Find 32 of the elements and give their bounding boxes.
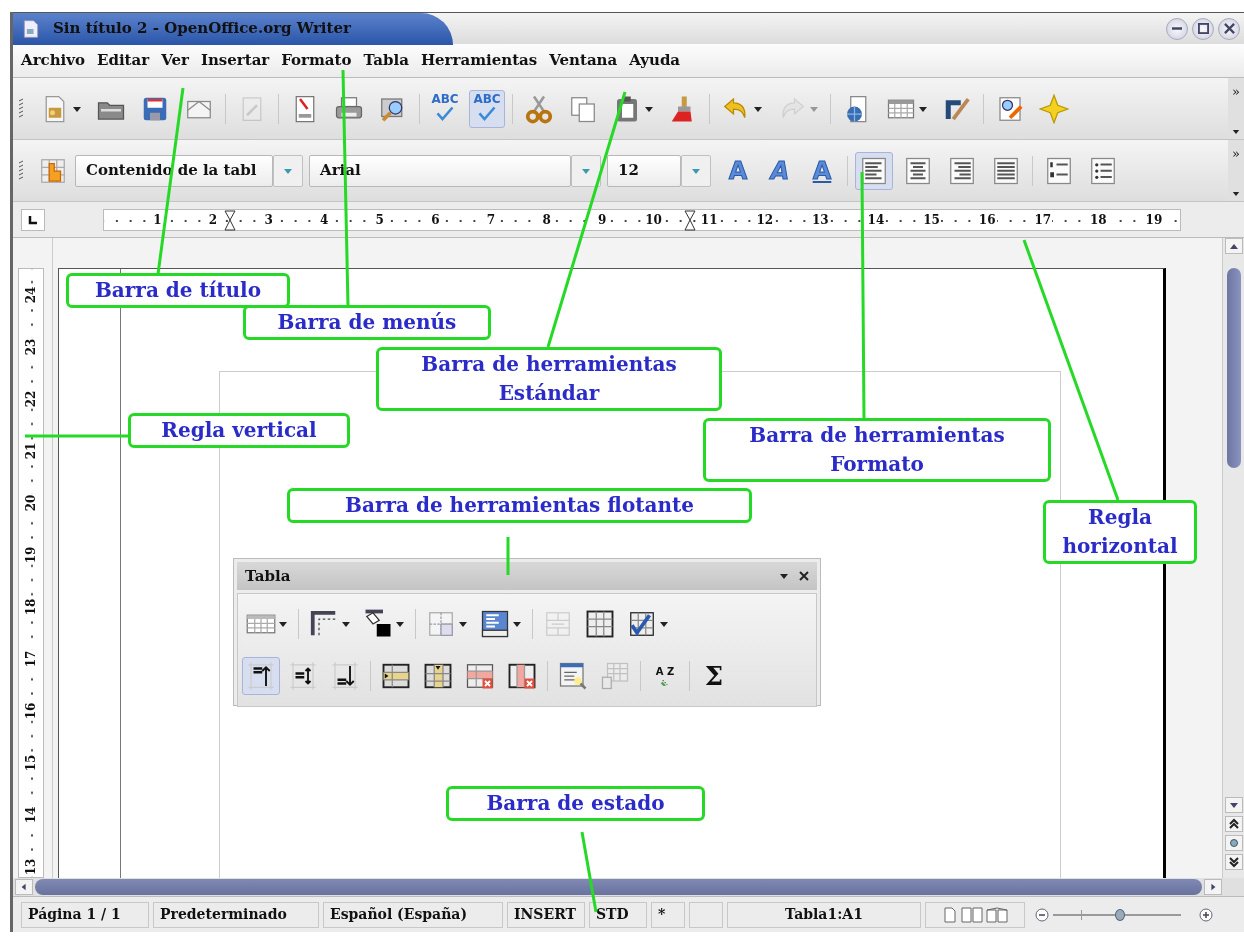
font-size-field[interactable]: 12 — [607, 154, 681, 187]
modified-indicator: * — [651, 901, 685, 928]
page-style: Predeterminado — [153, 901, 319, 928]
callout-label: Barra de herramientas flotante — [287, 488, 752, 523]
callout-label: Barra de menús — [243, 305, 491, 340]
callout-label: Regla horizontal — [1043, 500, 1197, 564]
callout-label: Regla vertical — [128, 413, 350, 448]
sum-button[interactable]: Σ — [696, 657, 732, 695]
callout-label: Barra de herramientas Formato — [703, 418, 1051, 482]
menu-item[interactable]: Editar — [91, 49, 156, 72]
selection-mode: STD — [589, 901, 647, 928]
menu-item[interactable]: Archivo — [15, 49, 91, 72]
insert-mode: INSERT — [507, 901, 585, 928]
auto-spelling-button[interactable]: ABC — [469, 89, 505, 128]
window-title: Sin título 2 - OpenOffice.org Writer — [53, 18, 351, 40]
menu-item[interactable]: Tabla — [357, 49, 415, 72]
spelling-button[interactable]: ABC — [427, 89, 463, 128]
menu-item[interactable]: Ayuda — [623, 49, 687, 72]
menu-item[interactable]: Herramientas — [414, 49, 544, 72]
toolbar-title: Tabla — [245, 565, 291, 587]
table-cell-reference: Tabla1:A1 — [727, 901, 921, 928]
sort-button[interactable]: A Z — [647, 657, 683, 695]
callout-label: Barra de estado — [446, 786, 705, 821]
menu-item[interactable]: Ver — [155, 49, 195, 72]
menu-item[interactable]: Formato — [275, 49, 358, 72]
language: Español (España) — [323, 901, 503, 928]
menu-item[interactable]: Ventana — [543, 49, 624, 72]
menu-item[interactable]: Insertar — [194, 49, 276, 72]
paragraph-style-field[interactable]: Contenido de la tabl — [75, 154, 273, 187]
callout-label: Barra de título — [66, 273, 290, 308]
callout-label: Barra de herramientas Estándar — [376, 347, 722, 411]
page-count: Página 1 / 1 — [21, 901, 149, 928]
